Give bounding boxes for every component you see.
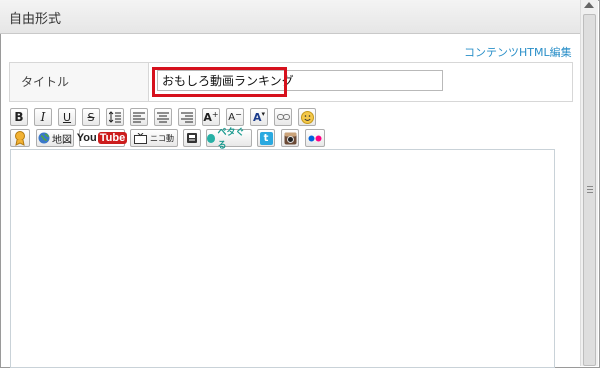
youtube-button[interactable]: You Tube [76,129,128,147]
panel-header: 自由形式 [0,0,598,34]
youtube-tube-label: Tube [97,132,128,144]
book-button[interactable] [183,129,201,147]
link-icon [276,114,290,120]
globe-map-icon [38,132,50,144]
emoji-button[interactable] [298,108,316,126]
niconico-label: ニコ動 [150,133,174,143]
underline-button[interactable]: U [58,108,76,126]
italic-button[interactable]: I [34,108,52,126]
youtube-you-label: You [76,132,97,144]
twitter-button[interactable]: t [257,129,275,147]
strikethrough-button[interactable]: S [82,108,100,126]
align-left-button[interactable] [130,108,148,126]
font-size-up-icon: A [203,110,212,124]
niconico-icon [134,132,147,144]
panel-title: 自由形式 [9,12,62,27]
grip-icon [587,186,593,194]
map-label: 地図 [52,134,72,146]
flickr-button[interactable] [305,129,325,147]
petagoru-label: ペタぐる [217,128,245,151]
align-right-button[interactable] [178,108,196,126]
twitter-icon: t [259,131,273,145]
title-label-cell: タイトル [10,63,149,101]
flickr-icon [308,135,322,141]
youtube-icon: You Tube [76,132,128,144]
instagram-icon [284,132,296,144]
line-spacing-button[interactable] [106,108,124,126]
content-html-edit-link[interactable]: コンテンツHTML編集 [464,44,572,60]
font-color-button[interactable]: A ▾ [250,108,268,126]
bold-button[interactable]: B [10,108,28,126]
scrollbar-thumb[interactable] [583,14,596,366]
emoji-icon [300,110,314,124]
align-center-icon [157,112,169,122]
bold-icon: B [14,110,24,124]
align-right-icon [181,112,193,122]
title-input[interactable] [157,70,443,91]
underline-icon: U [62,110,72,124]
scroll-up-arrow-icon[interactable] [584,2,594,8]
align-left-icon [133,112,145,122]
font-size-down-button[interactable]: A − [226,108,244,126]
book-icon [187,133,197,143]
niconico-button[interactable]: ニコ動 [130,129,178,147]
line-spacing-icon [109,111,121,123]
title-label: タイトル [21,75,70,89]
medal-button[interactable] [10,129,30,147]
vertical-scrollbar[interactable] [580,0,598,366]
content-editor[interactable] [10,149,555,368]
font-size-up-button[interactable]: A + [202,108,220,126]
align-center-button[interactable] [154,108,172,126]
medal-icon [15,130,25,146]
petagoru-icon [207,133,216,143]
link-button[interactable] [274,108,292,126]
font-size-down-icon: A [228,111,236,123]
italic-icon: I [40,110,46,124]
petagoru-button[interactable]: ペタぐる [206,128,252,151]
instagram-button[interactable] [281,129,299,147]
font-color-icon: A [252,110,262,124]
strikethrough-icon: S [87,110,95,124]
map-button[interactable]: 地図 [36,129,74,147]
